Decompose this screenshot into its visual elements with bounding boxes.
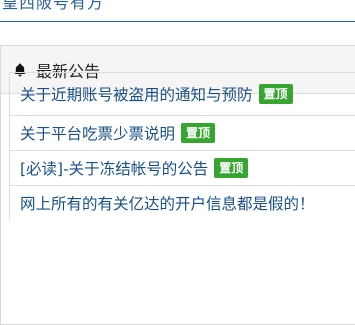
announcement-link[interactable]: 网上所有的有关亿达的开户信息都是假的！ xyxy=(20,192,315,214)
pinned-badge: 置顶 xyxy=(181,123,216,143)
list-item: 关于平台吃票少票说明 置顶 xyxy=(10,115,355,150)
pinned-badge: 置顶 xyxy=(258,84,293,104)
pinned-badge: 置顶 xyxy=(214,158,249,178)
announcement-link[interactable]: 关于平台吃票少票说明 xyxy=(20,122,175,144)
announcement-link[interactable]: [必读]-关于冻结帐号的公告 xyxy=(20,157,208,179)
list-item: 关于近期账号被盗用的通知与预防 置顶 xyxy=(10,72,355,115)
announcement-link[interactable]: 关于近期账号被盗用的通知与预防 xyxy=(20,83,253,105)
top-strip-text: 皇西阪号有方 xyxy=(2,0,105,12)
list-item: [必读]-关于冻结帐号的公告 置顶 xyxy=(10,150,355,185)
announcement-list: 关于近期账号被盗用的通知与预防 置顶 关于平台吃票少票说明 置顶 [必读]-关于… xyxy=(9,72,355,220)
list-item: 网上所有的有关亿达的开户信息都是假的！ xyxy=(10,185,355,220)
top-strip: 皇西阪号有方 xyxy=(0,0,355,22)
